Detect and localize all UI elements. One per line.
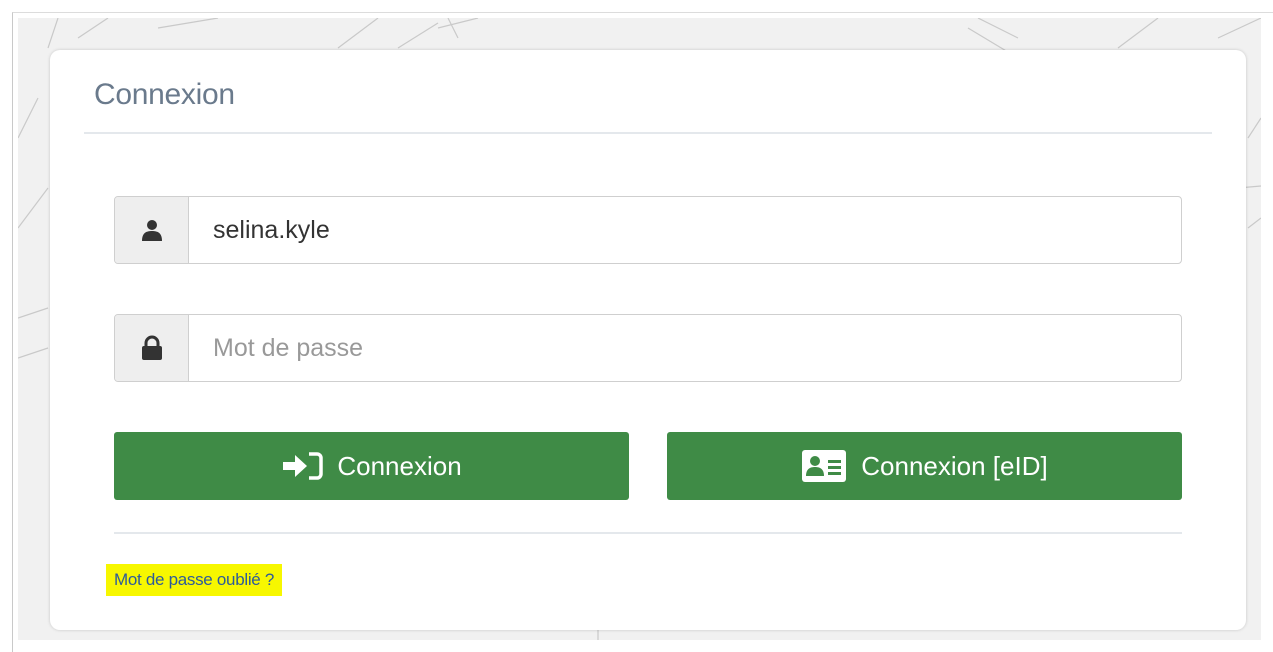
username-input-group — [114, 196, 1182, 264]
lock-icon — [141, 335, 162, 360]
id-card-icon — [801, 449, 847, 483]
login-button-label: Connexion — [337, 450, 462, 481]
eid-login-button[interactable]: Connexion [eID] — [667, 432, 1182, 500]
password-addon — [115, 315, 189, 381]
eid-login-button-label: Connexion [eID] — [861, 450, 1048, 481]
title-divider — [84, 132, 1212, 134]
login-button[interactable]: Connexion — [114, 432, 629, 500]
username-input[interactable] — [189, 197, 1181, 263]
user-icon — [141, 220, 162, 241]
password-input[interactable] — [189, 315, 1181, 381]
forgot-password-link[interactable]: Mot de passe oublié ? — [106, 564, 283, 596]
sign-in-icon — [281, 450, 324, 482]
login-panel: Connexion Connexion — [50, 50, 1246, 630]
username-addon — [115, 197, 189, 263]
footer-divider — [114, 532, 1182, 534]
panel-title: Connexion — [94, 78, 235, 111]
password-input-group — [114, 314, 1182, 382]
